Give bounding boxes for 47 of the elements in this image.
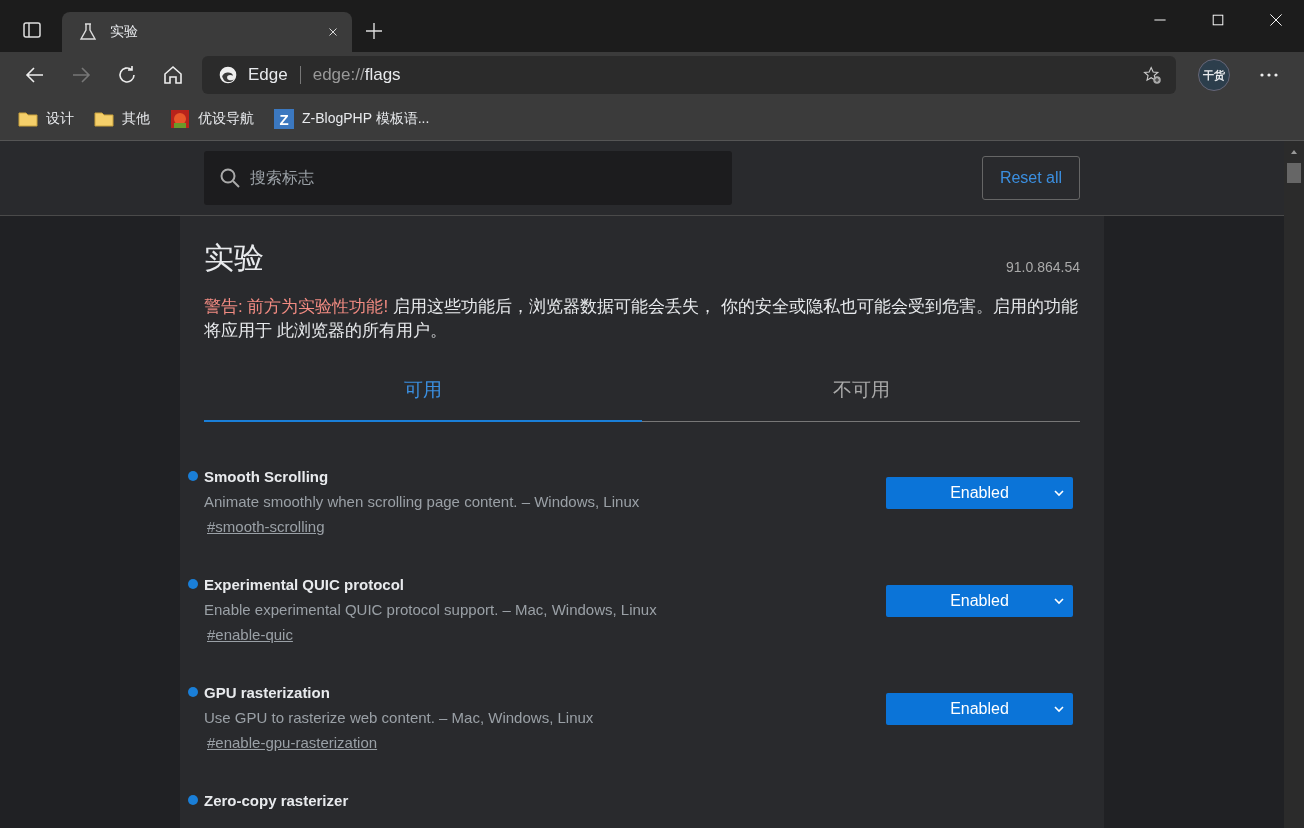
flag-link[interactable]: #enable-quic [207, 626, 293, 643]
edge-logo-icon [218, 65, 238, 85]
bookmark-item[interactable]: 设计 [18, 109, 74, 129]
home-icon[interactable] [161, 63, 185, 87]
chevron-icon [1053, 595, 1065, 607]
flag-description: Enable experimental QUIC protocol support. – Mac, Windows, Linux [204, 601, 657, 618]
version-text: 91.0.864.54 [1006, 259, 1080, 275]
bookmark-item[interactable]: 其他 [94, 109, 150, 129]
site-label: Edge [248, 65, 288, 85]
reset-all-button[interactable]: Reset all [982, 156, 1080, 200]
flag-title: GPU rasterization [204, 683, 330, 701]
folder-icon [18, 109, 38, 129]
maximize-icon[interactable] [1210, 12, 1226, 28]
flag-title: Zero-copy rasterizer [204, 791, 349, 809]
flag-description: Animate smoothly when scrolling page content. – Windows, Linux [204, 493, 640, 510]
flag-title: Experimental QUIC protocol [204, 575, 405, 593]
page-title: 实验 [204, 240, 264, 276]
add-favorite-icon[interactable] [1142, 65, 1162, 85]
profile-avatar[interactable]: 干货 [1198, 59, 1230, 91]
tab-actions-icon[interactable] [22, 20, 42, 40]
bookmark-item[interactable]: 优设导航 [170, 109, 254, 129]
flag-link[interactable]: #smooth-scrolling [207, 518, 325, 535]
flag-dropdown[interactable]: Enabled [886, 477, 1073, 509]
site-icon: Z [274, 109, 294, 129]
flag-description: Use GPU to rasterize web content. – Mac, Windows, Linux [204, 709, 594, 726]
flag-link[interactable]: #enable-gpu-rasterization [207, 734, 378, 751]
close-icon[interactable] [1268, 12, 1284, 28]
flag-dropdown[interactable]: Enabled [886, 693, 1073, 725]
flag-title: Smooth Scrolling [204, 467, 329, 485]
chevron-icon [1053, 703, 1065, 715]
scroll-thumb[interactable] [1287, 163, 1301, 183]
folder-icon [94, 109, 114, 129]
chevron-icon [1053, 487, 1065, 499]
flask-icon [78, 22, 98, 42]
warning-text: 警告: 前方为实验性功能! 启用这些功能后，浏览器数据可能会丢失， 你的安全或隐私也可能会受到危害。启用的功能将应用于 此浏览器的所有用户。 [204, 296, 1079, 342]
bookmark-item[interactable]: Z Z-BlogPHP 模板语... [274, 109, 430, 129]
address-bar[interactable]: Edge edge://flags [202, 56, 1176, 94]
search-field[interactable]: 搜索标志 [204, 151, 732, 205]
scrollbar[interactable] [1284, 141, 1304, 828]
browser-tab[interactable]: 实验 [62, 12, 352, 52]
page-tab[interactable]: 可用 [204, 377, 642, 422]
url-text: edge://flags [312, 65, 401, 85]
flag-dropdown[interactable]: Enabled [886, 585, 1073, 617]
page-tab[interactable]: 不可用 [642, 377, 1080, 422]
new-tab-icon[interactable] [364, 21, 384, 41]
tab-title: 实验 [110, 23, 139, 41]
site-icon [170, 109, 190, 129]
